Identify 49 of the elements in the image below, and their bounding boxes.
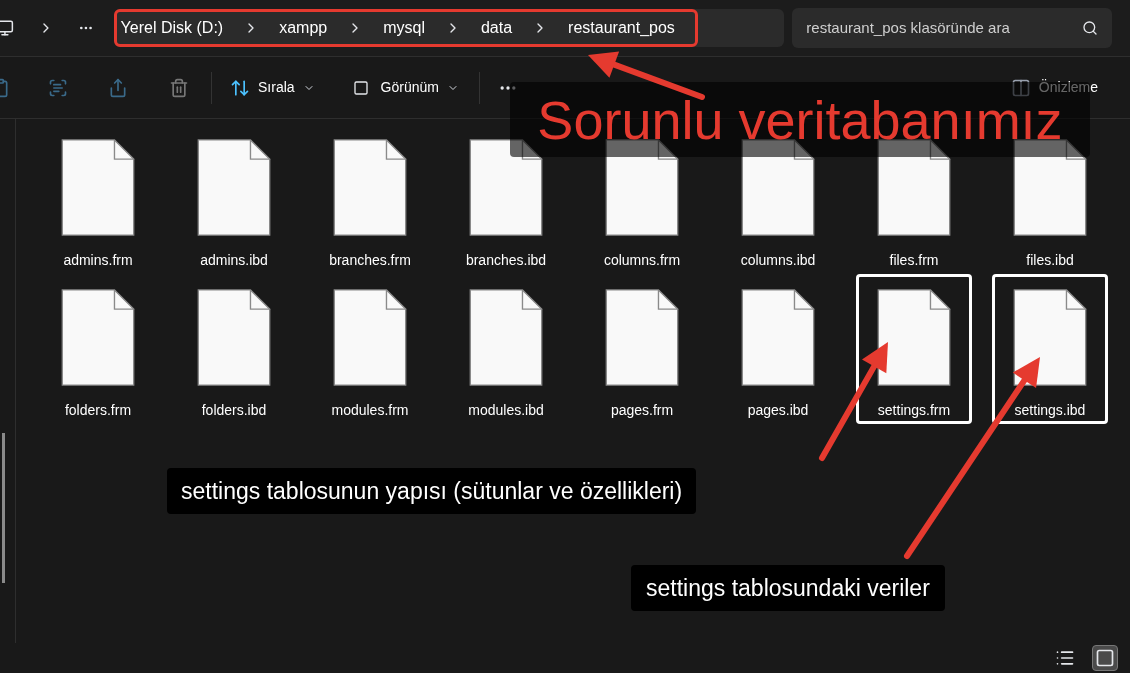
file-tile[interactable]: folders.ibd xyxy=(176,274,292,424)
file-tile[interactable]: settings.frm xyxy=(856,274,972,424)
share-icon[interactable] xyxy=(108,77,128,98)
file-name: pages.ibd xyxy=(747,401,809,420)
file-name: files.frm xyxy=(889,251,939,270)
file-tile[interactable]: branches.frm xyxy=(312,124,428,274)
computer-icon[interactable] xyxy=(0,19,14,37)
breadcrumb-item[interactable]: xampp xyxy=(279,16,328,40)
file-tile[interactable]: modules.ibd xyxy=(448,274,564,424)
view-icon xyxy=(352,79,369,96)
view-toggle[interactable] xyxy=(1092,645,1118,671)
file-name: columns.frm xyxy=(603,251,681,270)
search-icon[interactable] xyxy=(1082,20,1098,36)
annotation-label: settings tablosundaki veriler xyxy=(631,565,945,611)
breadcrumb-item[interactable]: mysql xyxy=(383,16,425,40)
file-tile[interactable]: admins.frm xyxy=(40,124,156,274)
delete-icon[interactable] xyxy=(169,77,189,98)
file-name: branches.frm xyxy=(329,251,411,270)
sort-button[interactable]: Sırala xyxy=(230,77,315,98)
breadcrumb-item[interactable]: restaurant_pos xyxy=(568,16,675,40)
file-name: modules.ibd xyxy=(468,401,544,420)
breadcrumb-item[interactable]: data xyxy=(480,16,513,40)
file-tile[interactable]: settings.ibd xyxy=(992,274,1108,424)
list-icon xyxy=(1055,648,1075,668)
file-name: files.ibd xyxy=(1026,251,1074,270)
file-name: columns.ibd xyxy=(740,251,816,270)
tiles-icon xyxy=(1095,648,1115,668)
file-tile[interactable]: pages.ibd xyxy=(720,274,836,424)
file-name: settings.frm xyxy=(877,401,951,420)
file-tile[interactable]: modules.frm xyxy=(312,274,428,424)
file-name: settings.ibd xyxy=(1014,401,1086,420)
file-tile[interactable]: admins.ibd xyxy=(176,124,292,274)
file-name: pages.frm xyxy=(610,401,674,420)
search-field[interactable]: restaurant_pos klasöründe ara xyxy=(792,8,1112,48)
file-name: modules.frm xyxy=(331,401,409,420)
address-field[interactable]: Yerel Disk (D:) xampp mysql data restaurant_pos xyxy=(113,9,785,47)
annotation-label: settings tablosunun yapısı (sütunlar ve özellikleri) xyxy=(167,468,697,514)
file-name: folders.frm xyxy=(64,401,132,420)
file-name: admins.frm xyxy=(63,251,133,270)
scrollbar[interactable] xyxy=(2,433,5,583)
file-name: branches.ibd xyxy=(465,251,547,270)
search-input[interactable]: restaurant_pos klasöründe ara xyxy=(806,16,1082,40)
file-tile[interactable]: pages.frm xyxy=(584,274,700,424)
view-button[interactable]: Görünüm xyxy=(352,77,459,98)
breadcrumb-item[interactable]: Yerel Disk (D:) xyxy=(120,16,224,40)
file-name: admins.ibd xyxy=(200,251,268,270)
preview-icon xyxy=(1010,77,1031,98)
file-tile[interactable]: folders.frm xyxy=(40,274,156,424)
file-name: folders.ibd xyxy=(201,401,267,420)
